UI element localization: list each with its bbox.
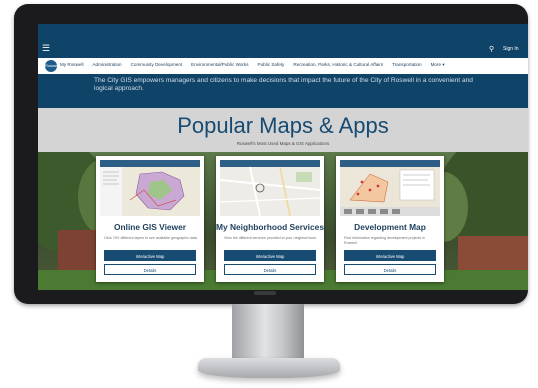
page-title: Popular Maps & Apps xyxy=(177,113,389,138)
monitor-bezel: ☰ ⚲ Sign In Roswell My Roswell Administr… xyxy=(14,4,528,304)
site-header: ☰ ⚲ Sign In xyxy=(38,24,528,58)
map-thumbnail[interactable] xyxy=(220,160,320,216)
card-description: View the different services provided to … xyxy=(224,236,317,240)
app-card-development-map: Development Map Find information regardi… xyxy=(336,156,444,282)
details-button[interactable]: Details xyxy=(344,264,436,275)
nav-item-recreation[interactable]: Recreation, Parks, Historic & Cultural A… xyxy=(293,62,383,68)
intro-banner: The City GIS empowers managers and citiz… xyxy=(38,74,528,108)
intro-text: The City GIS empowers managers and citiz… xyxy=(94,77,473,92)
nav-item-my-roswell[interactable]: My Roswell xyxy=(60,62,83,68)
nav-item-public-safety[interactable]: Public Safety xyxy=(258,62,285,68)
nav-item-more[interactable]: More ▾ xyxy=(431,62,445,68)
nav-items: My Roswell Administration Community Deve… xyxy=(60,62,454,68)
card-title: Online GIS Viewer xyxy=(114,222,186,232)
interactive-map-button[interactable]: Interactive Map xyxy=(224,250,316,261)
main-nav: Roswell My Roswell Administration Commun… xyxy=(38,58,528,74)
details-button[interactable]: Details xyxy=(104,264,196,275)
browser-screen: ☰ ⚲ Sign In Roswell My Roswell Administr… xyxy=(38,24,528,290)
nav-item-administration[interactable]: Administration xyxy=(92,62,121,68)
card-title: Development Map xyxy=(354,222,426,232)
details-button[interactable]: Details xyxy=(224,264,316,275)
app-card-neighborhood-services: My Neighborhood Services View the differ… xyxy=(216,156,324,282)
map-thumbnail[interactable] xyxy=(100,160,200,216)
hero-band: Popular Maps & Apps Roswell's Most Used … xyxy=(38,108,528,152)
city-logo[interactable]: Roswell xyxy=(45,60,59,72)
hamburger-icon[interactable]: ☰ xyxy=(42,44,50,53)
monitor-base xyxy=(198,358,340,378)
nav-item-community-development[interactable]: Community Development xyxy=(131,62,183,68)
monitor-stand xyxy=(232,304,304,362)
map-thumbnail[interactable] xyxy=(340,160,440,216)
signin-link[interactable]: Sign In xyxy=(503,46,519,52)
nav-item-environmental[interactable]: Environmental/Public Works xyxy=(191,62,248,68)
interactive-map-button[interactable]: Interactive Map xyxy=(104,250,196,261)
app-card-online-gis-viewer: Online GIS Viewer Click 'ON' different l… xyxy=(96,156,204,282)
card-title: My Neighborhood Services xyxy=(216,222,324,232)
page-subtitle: Roswell's Most Used Maps & GIS Applicati… xyxy=(236,141,330,146)
nav-item-transportation[interactable]: Transportation xyxy=(392,62,421,68)
interactive-map-button[interactable]: Interactive Map xyxy=(344,250,436,261)
card-description: Click 'ON' different layers to see avail… xyxy=(104,236,198,240)
card-description: Find information regarding development p… xyxy=(344,236,425,245)
search-icon[interactable]: ⚲ xyxy=(489,45,494,53)
monitor-logo xyxy=(254,291,276,295)
